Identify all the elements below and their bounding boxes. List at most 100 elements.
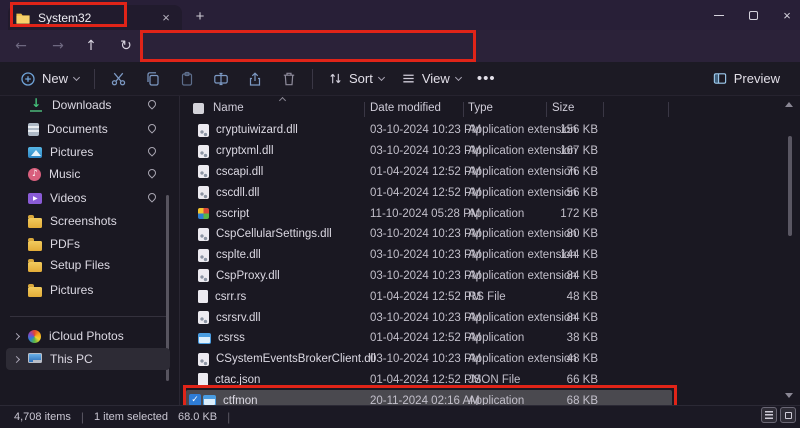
more-button[interactable]: ••• [470, 66, 503, 92]
up-button[interactable]: ↑ [82, 37, 100, 55]
file-size: 48 KB [510, 353, 598, 365]
table-row[interactable]: cscript11-10-2024 05:28 PMApplication172… [186, 203, 672, 224]
script-file-icon [198, 208, 209, 219]
delete-button[interactable] [272, 66, 305, 92]
trash-icon [281, 71, 297, 87]
paste-button[interactable] [170, 66, 203, 92]
file-name: cscdll.dll [216, 187, 259, 199]
dll-file-icon [198, 145, 209, 158]
chevron-down-icon [378, 73, 385, 80]
file-name: cscapi.dll [216, 166, 263, 178]
annotation-rect-addressbar [140, 30, 476, 62]
share-button[interactable] [238, 66, 271, 92]
file-name: csrss [218, 332, 245, 344]
folder-icon [28, 218, 42, 228]
file-date-modified: 03-10-2024 10:23 PM [370, 228, 481, 240]
rename-button[interactable] [204, 66, 237, 92]
chevron-down-icon [73, 73, 80, 80]
column-separator[interactable] [668, 102, 669, 117]
file-type: RS File [468, 291, 506, 303]
downloads-icon [28, 97, 44, 113]
table-row[interactable]: csplte.dll03-10-2024 10:23 PMApplication… [186, 245, 672, 266]
list-scrollbar[interactable] [788, 112, 792, 390]
expand-chevron-icon[interactable] [13, 332, 20, 339]
maximize-button[interactable] [738, 0, 768, 30]
sidebar-item-videos[interactable]: Videos [6, 187, 170, 209]
sidebar-item-icloud-photos[interactable]: iCloud Photos [6, 325, 170, 347]
forward-button[interactable]: → [49, 37, 67, 55]
tab-close-icon[interactable]: × [158, 10, 174, 26]
sidebar-item-pdfs[interactable]: PDFs [6, 233, 170, 255]
file-size: 156 KB [510, 124, 598, 136]
sidebar-item-this-pc[interactable]: This PC [6, 348, 170, 370]
new-tab-button[interactable]: + [190, 6, 210, 26]
sidebar-item-downloads[interactable]: Downloads [6, 94, 170, 116]
details-view-toggle[interactable] [761, 407, 777, 423]
sidebar-item-label: Downloads [52, 98, 111, 112]
column-header-date[interactable]: Date modified [370, 102, 441, 114]
sidebar-item-label: Pictures [50, 145, 93, 159]
sidebar-item-screenshots[interactable]: Screenshots [6, 210, 170, 232]
file-name: csrr.rs [215, 291, 246, 303]
tab-system32[interactable]: System32 × [8, 5, 182, 30]
new-plus-icon [20, 71, 36, 87]
preview-button[interactable]: Preview [704, 67, 788, 90]
sidebar-item-pictures[interactable]: Pictures [6, 279, 170, 301]
status-divider: | [227, 410, 230, 424]
sidebar-item-pictures[interactable]: Pictures [6, 141, 170, 163]
file-date-modified: 03-10-2024 10:23 PM [370, 312, 481, 324]
videos-icon [28, 193, 42, 204]
file-name: csrsrv.dll [216, 312, 261, 324]
dll-file-icon [198, 228, 209, 241]
column-separator[interactable] [546, 102, 547, 117]
close-button[interactable]: × [772, 0, 800, 30]
table-row[interactable]: cscapi.dll01-04-2024 12:52 PMApplication… [186, 162, 672, 183]
table-row[interactable]: cscdll.dll01-04-2024 12:52 PMApplication… [186, 182, 672, 203]
back-button[interactable]: ← [12, 37, 30, 55]
command-bar: New [0, 62, 800, 96]
table-row[interactable]: csrr.rs01-04-2024 12:52 PMRS File48 KB [186, 286, 672, 307]
file-file-icon [198, 373, 208, 386]
view-button[interactable]: View [393, 67, 469, 90]
table-row[interactable]: cryptxml.dll03-10-2024 10:23 PMApplicati… [186, 141, 672, 162]
sidebar-item-music[interactable]: Music [6, 163, 170, 185]
column-separator[interactable] [463, 102, 464, 117]
file-size: 48 KB [510, 291, 598, 303]
file-name: CSystemEventsBrokerClient.dll [216, 353, 376, 365]
table-row[interactable]: CspProxy.dll03-10-2024 10:23 PMApplicati… [186, 266, 672, 287]
table-row[interactable]: CSystemEventsBrokerClient.dll03-10-2024 … [186, 349, 672, 370]
sidebar-divider [10, 316, 166, 317]
expand-chevron-icon[interactable] [13, 355, 20, 362]
column-header-row: Name Date modified Type Size [180, 98, 800, 120]
new-button[interactable]: New [12, 67, 87, 91]
sidebar-item-label: Music [49, 167, 80, 181]
table-row[interactable]: CspCellularSettings.dll03-10-2024 10:23 … [186, 224, 672, 245]
column-separator[interactable] [364, 102, 365, 117]
close-icon: × [783, 9, 791, 22]
minimize-button[interactable] [704, 0, 734, 30]
sidebar-item-setup-files[interactable]: Setup Files [6, 254, 170, 276]
scroll-up-icon[interactable] [785, 102, 793, 107]
scroll-down-icon[interactable] [785, 393, 793, 398]
cut-button[interactable] [102, 66, 135, 92]
column-separator[interactable] [603, 102, 604, 117]
table-row[interactable]: cryptuiwizard.dll03-10-2024 10:23 PMAppl… [186, 120, 672, 141]
sidebar-item-documents[interactable]: Documents [6, 118, 170, 140]
table-row[interactable]: csrsrv.dll03-10-2024 10:23 PMApplication… [186, 307, 672, 328]
copy-button[interactable] [136, 66, 169, 92]
column-header-size[interactable]: Size [552, 102, 574, 114]
select-all-checkbox[interactable] [193, 103, 204, 114]
refresh-button[interactable]: ↻ [117, 37, 135, 55]
sidebar-item-label: Screenshots [50, 214, 117, 228]
table-row[interactable]: ctac.json01-04-2024 12:52 PMJSON File66 … [186, 370, 672, 391]
folder-icon [28, 287, 42, 297]
file-name: CspProxy.dll [216, 270, 280, 282]
icloud-icon [28, 330, 41, 343]
titlebar: System32 × + × [0, 0, 800, 30]
scrollbar-thumb[interactable] [788, 136, 792, 236]
icons-view-toggle[interactable] [780, 407, 796, 423]
column-header-name[interactable]: Name [213, 102, 244, 114]
table-row[interactable]: csrss01-04-2024 12:52 PMApplication38 KB [186, 328, 672, 349]
column-header-type[interactable]: Type [468, 102, 493, 114]
sort-button[interactable]: Sort [320, 67, 392, 90]
